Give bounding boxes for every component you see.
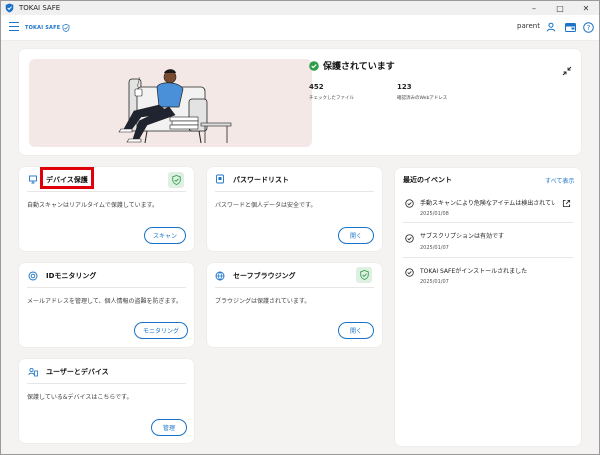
minimize-button[interactable]: – (521, 1, 547, 15)
files-checked-count: 452 (309, 83, 324, 91)
external-link-icon[interactable] (562, 199, 571, 208)
id-monitoring-icon (28, 271, 38, 281)
svg-text:?: ? (586, 24, 590, 32)
shield-logo-icon (5, 3, 15, 13)
scan-button[interactable]: スキャン (144, 227, 186, 244)
users-devices-title: ユーザーとデバイス (46, 368, 109, 376)
app-header: TOKAI SAFE parent ? (1, 15, 599, 41)
event-date: 2025/01/07 (420, 245, 449, 251)
divider (27, 383, 186, 384)
divider (403, 222, 573, 223)
protection-status-card (19, 49, 581, 155)
event-text[interactable]: 手動スキャンにより危険なアイテムは検出されてい... (420, 198, 555, 207)
view-all-link[interactable]: すべて表示 (545, 176, 574, 185)
highlight-annotation (40, 167, 94, 189)
divider (403, 257, 573, 258)
app-window: TOKAI SAFE – □ ✕ TOKAI SAFE parent ? 保護さ… (0, 0, 600, 455)
brand-text: TOKAI SAFE (25, 25, 61, 31)
manage-button[interactable]: 管理 (151, 419, 187, 436)
password-list-title: パスワードリスト (233, 176, 289, 184)
safe-browsing-desc: ブラウジングは保護されています。 (215, 298, 311, 305)
monitoring-button[interactable]: モニタリング (134, 322, 188, 339)
help-icon[interactable]: ? (582, 21, 594, 33)
collapse-icon[interactable] (562, 61, 572, 76)
event-text[interactable]: サブスクリプションは有効です (420, 231, 570, 240)
urls-checked-label: 確認済みのWebアドレス (397, 96, 448, 101)
hero-illustration (29, 59, 312, 147)
event-check-icon (405, 234, 414, 243)
password-list-icon (215, 174, 225, 184)
user-icon[interactable] (545, 21, 557, 33)
protection-status: 保護されています (309, 59, 395, 72)
device-protection-icon (28, 174, 38, 184)
id-monitoring-title: IDモニタリング (46, 272, 97, 280)
event-check-icon (405, 199, 414, 208)
shield-check-icon (359, 270, 369, 280)
wallet-icon[interactable] (564, 21, 576, 33)
title-bar: TOKAI SAFE – □ ✕ (1, 1, 599, 15)
device-protection-desc: 自動スキャンはリアルタイムで保護しています。 (27, 202, 159, 209)
open-safe-browsing-button[interactable]: 開く (338, 322, 374, 339)
event-date: 2025/01/08 (420, 211, 449, 217)
divider (27, 191, 186, 192)
status-text: 保護されています (323, 62, 395, 72)
id-monitoring-desc: メールアドレスを管理して、個人情報の盗難を防ぎます。 (27, 298, 182, 305)
globe-icon (215, 271, 225, 281)
files-checked-label: チェックしたファイル (309, 96, 354, 101)
divider (215, 191, 374, 192)
password-list-desc: パスワードと個人データは安全です。 (215, 202, 317, 209)
close-button[interactable]: ✕ (573, 1, 599, 15)
open-password-list-button[interactable]: 開く (338, 227, 374, 244)
shield-check-icon (171, 175, 181, 185)
maximize-button[interactable]: □ (547, 1, 573, 15)
safe-browsing-title: セーフブラウジング (233, 272, 296, 280)
hamburger-menu-icon[interactable] (9, 22, 19, 32)
users-devices-icon (28, 367, 38, 377)
user-name: parent (517, 22, 540, 30)
divider (27, 287, 186, 288)
divider (215, 287, 374, 288)
event-check-icon (405, 268, 414, 277)
status-check-icon (309, 60, 319, 71)
window-title: TOKAI SAFE (19, 4, 61, 12)
recent-events-card (395, 168, 581, 446)
users-devices-desc: 保護している&デバイスはこちらです。 (27, 394, 133, 401)
recent-events-title: 最近のイベント (403, 176, 452, 184)
event-date: 2025/01/07 (420, 279, 449, 285)
urls-checked-count: 123 (397, 83, 412, 91)
event-text[interactable]: TOKAI SAFEがインストールされました (420, 266, 570, 275)
device-protection-ok-badge (168, 172, 184, 188)
safe-browsing-ok-badge (356, 267, 372, 283)
brand-logo: TOKAI SAFE (25, 24, 70, 32)
brand-shield-icon (62, 24, 70, 32)
